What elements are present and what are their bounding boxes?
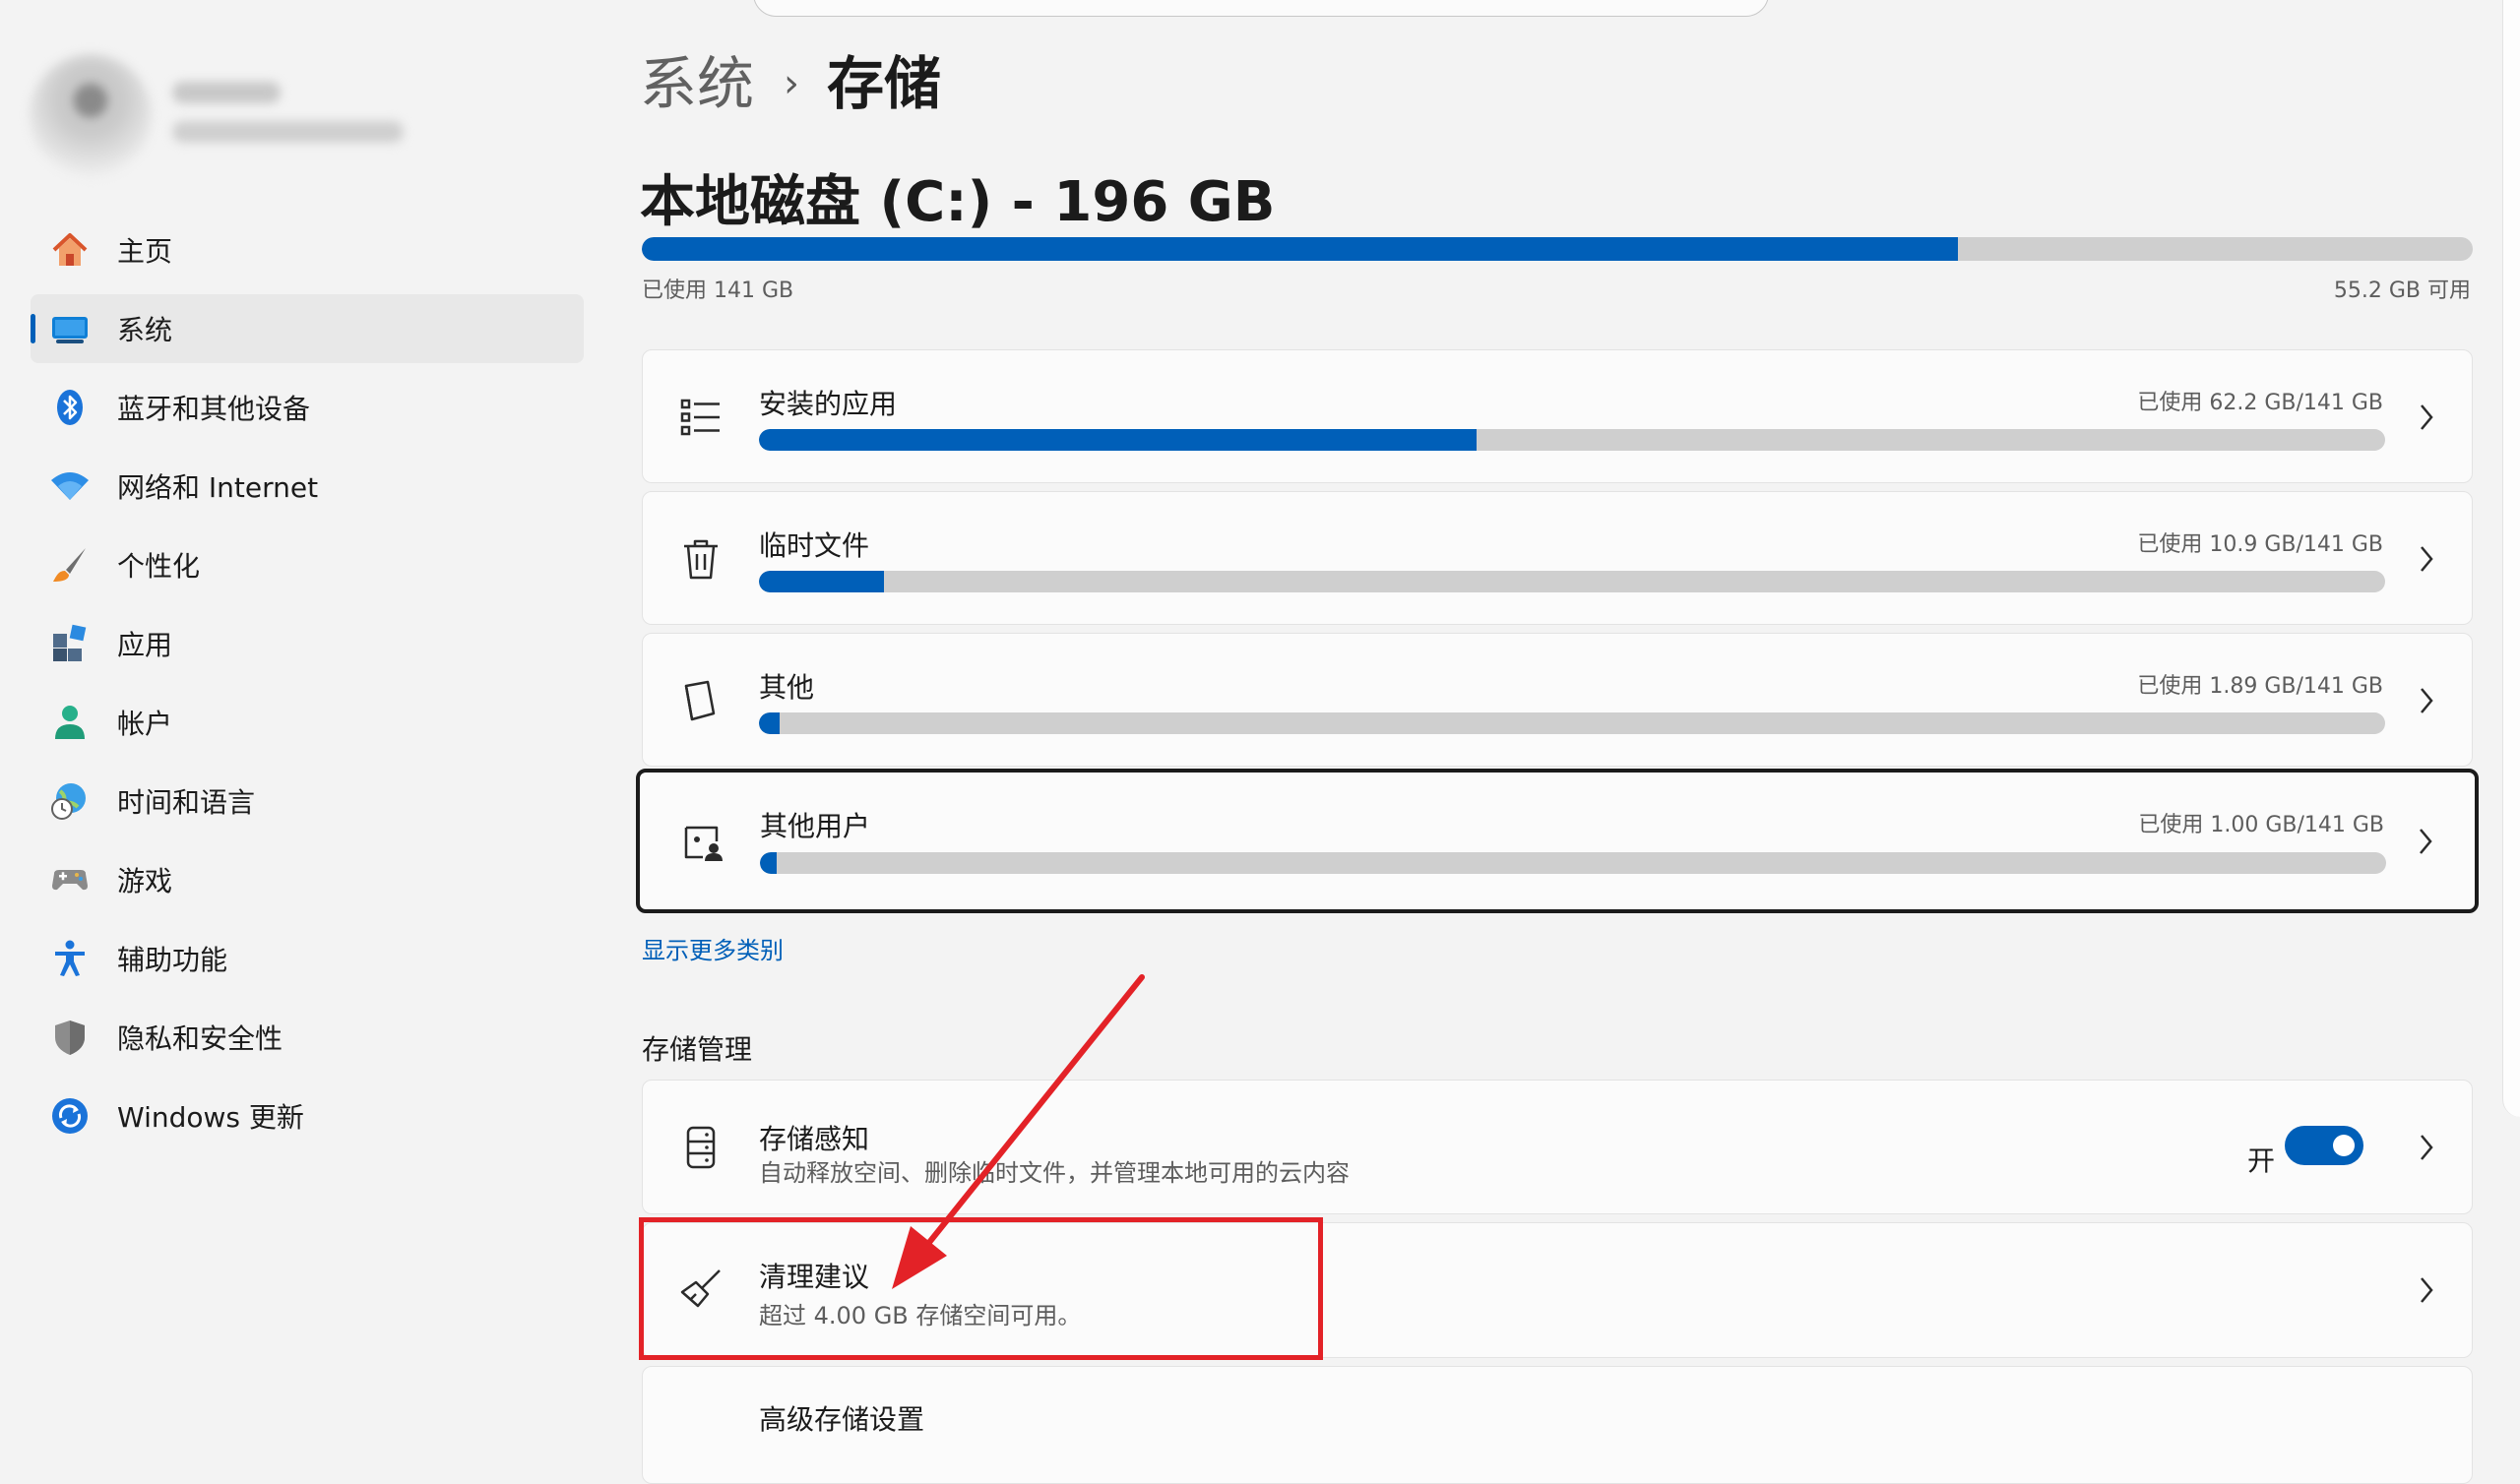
sidebar-item-privacy[interactable]: 隐私和安全性 xyxy=(31,1003,584,1072)
sidebar-item-label: 帐户 xyxy=(117,708,173,740)
advanced-storage-settings-card[interactable]: 高级存储设置 xyxy=(642,1366,2473,1484)
category-title: 安装的应用 xyxy=(759,388,898,420)
category-usage: 已使用 10.9 GB/141 GB xyxy=(2137,532,2383,557)
sidebar-item-accounts[interactable]: 帐户 xyxy=(31,688,584,757)
storage-sense-card[interactable]: 存储感知 自动释放空间、删除临时文件，并管理本地可用的云内容 开 xyxy=(642,1080,2473,1214)
show-more-categories-link[interactable]: 显示更多类别 xyxy=(642,931,784,965)
disk-usage-fill xyxy=(642,237,1959,261)
sidebar-item-home[interactable]: 主页 xyxy=(31,216,584,284)
gamepad-icon xyxy=(52,870,88,891)
apps-icon xyxy=(53,624,87,661)
document-icon xyxy=(684,680,716,721)
sidebar-item-gaming[interactable]: 游戏 xyxy=(31,845,584,914)
bluetooth-icon xyxy=(57,390,83,425)
user-folder-icon xyxy=(684,826,723,861)
breadcrumb-separator: › xyxy=(784,61,800,106)
category-usage-fill xyxy=(760,852,777,874)
category-usage-bar xyxy=(759,429,2385,451)
sidebar-item-label: Windows 更新 xyxy=(117,1101,304,1134)
cleanup-subtitle: 超过 4.00 GB 存储空间可用。 xyxy=(759,1302,1082,1329)
globe-clock-icon xyxy=(51,783,86,820)
category-usage-fill xyxy=(759,429,1477,451)
sidebar-item-label: 蓝牙和其他设备 xyxy=(117,393,311,425)
category-usage-fill xyxy=(759,571,885,592)
chevron-right-icon xyxy=(2421,1135,2433,1160)
sidebar-item-network[interactable]: 网络和 Internet xyxy=(31,452,584,521)
category-usage: 已使用 1.00 GB/141 GB xyxy=(2138,813,2384,837)
profile-name-blurred xyxy=(172,82,281,103)
shield-icon xyxy=(55,1020,85,1055)
storage-sense-subtitle: 自动释放空间、删除临时文件，并管理本地可用的云内容 xyxy=(759,1159,1350,1187)
accessibility-icon xyxy=(55,940,85,976)
disk-title: 本地磁盘 (C:) - 196 GB xyxy=(640,170,1276,234)
sidebar-item-label: 应用 xyxy=(117,629,173,661)
storage-management-heading: 存储管理 xyxy=(642,1033,753,1066)
disk-usage-bar xyxy=(642,237,2473,261)
chevron-right-icon xyxy=(2421,688,2433,713)
sidebar-item-time-language[interactable]: 时间和语言 xyxy=(31,767,584,835)
toggle-knob xyxy=(2333,1135,2355,1156)
chevron-right-icon xyxy=(2420,829,2432,854)
disk-used-label: 已使用 141 GB xyxy=(642,278,794,303)
category-usage: 已使用 62.2 GB/141 GB xyxy=(2137,391,2383,415)
breadcrumb-parent[interactable]: 系统 xyxy=(640,44,754,123)
storage-drive-icon xyxy=(686,1126,716,1169)
trash-icon xyxy=(684,539,718,580)
sidebar-item-label: 隐私和安全性 xyxy=(117,1022,284,1055)
sidebar-item-label: 系统 xyxy=(117,314,173,346)
sidebar-item-label: 个性化 xyxy=(117,550,201,583)
account-icon xyxy=(55,706,85,739)
category-card-other-users[interactable]: 其他用户 已使用 1.00 GB/141 GB xyxy=(636,769,2479,913)
sidebar-nav: 主页 系统 蓝牙和其他设备 网络和 Internet 个性化 应用 帐户 时间和… xyxy=(31,216,584,1160)
sidebar-item-label: 游戏 xyxy=(117,865,173,897)
category-card-installed-apps[interactable]: 安装的应用 已使用 62.2 GB/141 GB xyxy=(642,349,2473,483)
toggle-state-label: 开 xyxy=(2246,1144,2275,1177)
breadcrumb: 系统 › 存储 xyxy=(640,44,941,123)
home-icon xyxy=(52,233,88,266)
list-icon xyxy=(680,399,720,436)
chevron-right-icon xyxy=(2421,546,2433,572)
sidebar-item-bluetooth[interactable]: 蓝牙和其他设备 xyxy=(31,373,584,442)
search-box[interactable] xyxy=(753,0,1769,17)
page-title: 存储 xyxy=(827,50,942,117)
storage-sense-title: 存储感知 xyxy=(759,1123,870,1155)
brush-icon xyxy=(53,548,86,582)
wifi-icon xyxy=(51,472,89,500)
sidebar-item-label: 主页 xyxy=(117,235,173,268)
category-title: 临时文件 xyxy=(759,529,870,562)
profile-email-blurred xyxy=(172,121,404,143)
cleanup-title: 清理建议 xyxy=(759,1261,870,1293)
advanced-storage-title: 高级存储设置 xyxy=(759,1403,925,1436)
storage-sense-toggle[interactable] xyxy=(2285,1126,2363,1165)
category-title: 其他用户 xyxy=(760,810,871,842)
category-usage-bar xyxy=(759,571,2385,592)
sidebar-item-accessibility[interactable]: 辅助功能 xyxy=(31,924,584,993)
disk-free-label: 55.2 GB 可用 xyxy=(2333,278,2471,303)
category-usage: 已使用 1.89 GB/141 GB xyxy=(2137,674,2383,699)
category-usage-bar xyxy=(760,852,2386,874)
system-display-icon xyxy=(52,317,88,343)
category-usage-bar xyxy=(759,712,2385,734)
sidebar-item-label: 网络和 Internet xyxy=(117,471,319,504)
sidebar-item-label: 辅助功能 xyxy=(117,944,228,976)
sidebar-item-label: 时间和语言 xyxy=(117,786,256,819)
category-title: 其他 xyxy=(759,671,815,704)
scrollbar[interactable] xyxy=(2502,0,2520,1117)
sidebar-item-system[interactable]: 系统 xyxy=(31,294,584,363)
avatar xyxy=(30,54,152,176)
sidebar-item-windows-update[interactable]: Windows 更新 xyxy=(31,1082,584,1150)
sidebar-item-apps[interactable]: 应用 xyxy=(31,609,584,678)
broom-icon xyxy=(680,1269,721,1308)
category-card-temp-files[interactable]: 临时文件 已使用 10.9 GB/141 GB xyxy=(642,491,2473,625)
sidebar-item-personalization[interactable]: 个性化 xyxy=(31,530,584,599)
chevron-right-icon xyxy=(2421,404,2433,430)
windows-update-icon xyxy=(52,1098,88,1134)
cleanup-recommendations-card[interactable]: 清理建议 超过 4.00 GB 存储空间可用。 xyxy=(642,1222,2473,1358)
category-card-other[interactable]: 其他 已使用 1.89 GB/141 GB xyxy=(642,633,2473,767)
chevron-right-icon xyxy=(2421,1277,2433,1303)
category-usage-fill xyxy=(759,712,781,734)
